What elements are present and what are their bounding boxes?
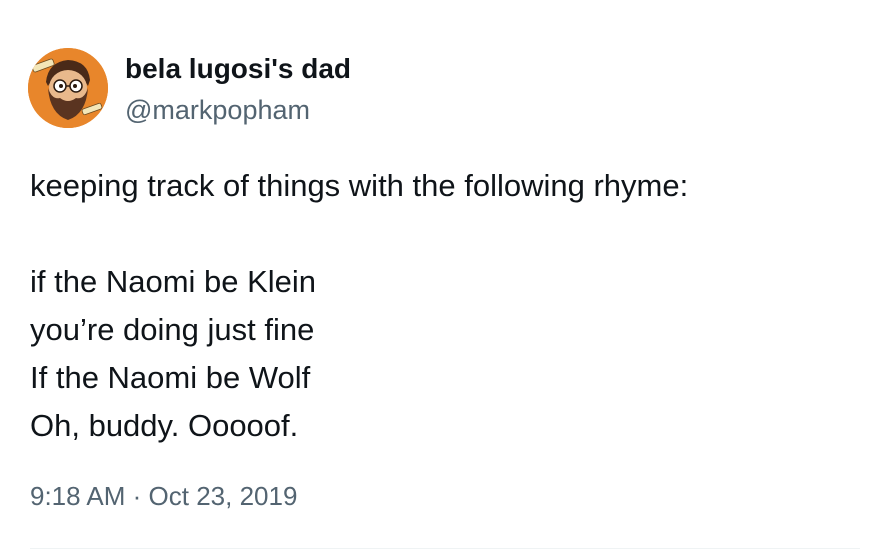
divider: [30, 548, 860, 549]
tweet-line: If the Naomi be Wolf: [30, 360, 311, 395]
tweet-date[interactable]: Oct 23, 2019: [149, 481, 298, 511]
author-display-name[interactable]: bela lugosi's dad: [125, 52, 351, 86]
author-handle[interactable]: @markpopham: [125, 93, 310, 127]
tweet-line: you’re doing just fine: [30, 312, 315, 347]
tweet-line: keeping track of things with the followi…: [30, 168, 689, 203]
tweet-text: keeping track of things with the followi…: [30, 162, 860, 450]
tweet-time[interactable]: 9:18 AM: [30, 481, 125, 511]
tweet-line: if the Naomi be Klein: [30, 264, 317, 299]
avatar[interactable]: [28, 48, 108, 128]
cartoon-bearded-man-avatar-icon: [28, 48, 108, 128]
tweet-line: Oh, buddy. Ooooof.: [30, 408, 299, 443]
tweet-timestamp[interactable]: 9:18 AM · Oct 23, 2019: [30, 479, 297, 513]
meta-separator: ·: [132, 481, 142, 511]
